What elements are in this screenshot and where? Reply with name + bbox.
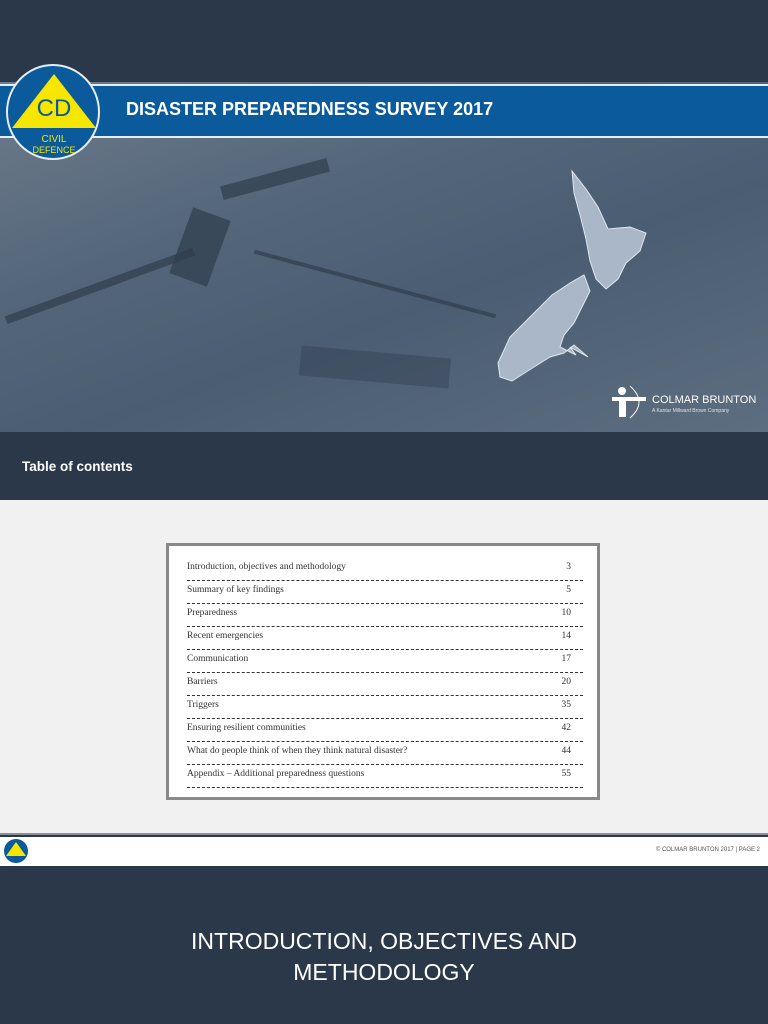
toc-item[interactable]: What do people think of when they think …	[187, 742, 583, 765]
toc-item-title: Preparedness	[187, 608, 238, 618]
logo-initials: CD	[37, 95, 72, 122]
section-heading: INTRODUCTION, OBJECTIVES AND METHODOLOGY	[191, 928, 577, 985]
toc-item[interactable]: Appendix – Additional preparedness quest…	[187, 765, 583, 788]
colmar-brunton-logo: COLMAR BRUNTON A Kantar Millward Brown C…	[610, 384, 756, 425]
brand-tagline: A Kantar Millward Brown Company	[652, 408, 730, 414]
toc-item[interactable]: Recent emergencies 14	[187, 627, 583, 650]
toc-item-page: 20	[561, 677, 572, 687]
toc-item-page: 10	[561, 608, 572, 618]
toc-item[interactable]: Summary of key findings 5	[187, 581, 583, 604]
toc-item-title: Introduction, objectives and methodology	[187, 562, 346, 572]
toc-item-page: 5	[566, 585, 571, 595]
toc-item[interactable]: Preparedness 10	[187, 604, 583, 627]
civil-defence-logo: CD CIVIL DEFENCE	[6, 64, 100, 160]
toc-item-page: 14	[561, 631, 572, 641]
toc-item[interactable]: Communication 17	[187, 650, 583, 673]
toc-item[interactable]: Ensuring resilient communities 42	[187, 719, 583, 742]
toc-item-title: Summary of key findings	[187, 585, 284, 595]
toc-item-page: 17	[561, 654, 572, 664]
brand-name: COLMAR BRUNTON	[652, 394, 757, 406]
toc-item-page: 42	[561, 723, 572, 733]
new-zealand-map	[497, 169, 647, 382]
copyright: © COLMAR BRUNTON 2017 | PAGE 2	[655, 847, 760, 853]
toc-heading: Table of contents	[22, 459, 133, 474]
toc-item[interactable]: Barriers 20	[187, 673, 583, 696]
toc-item-page: 44	[561, 746, 572, 756]
report-title: DISASTER PREPAREDNESS SURVEY 2017	[126, 99, 494, 119]
toc-item-title: Barriers	[187, 677, 218, 687]
toc-item-page: 35	[561, 700, 572, 710]
toc-heading-band: Table of contents	[0, 432, 768, 500]
toc-item-page: 55	[561, 769, 572, 779]
toc-item-title: Communication	[187, 654, 249, 664]
top-bar	[0, 0, 768, 82]
toc-item-title: Ensuring resilient communities	[187, 723, 306, 733]
section-slide: INTRODUCTION, OBJECTIVES AND METHODOLOGY	[0, 866, 768, 1024]
civil-defence-small-logo	[4, 839, 28, 863]
logo-defence: DEFENCE	[32, 145, 75, 155]
toc-item-title: Recent emergencies	[187, 631, 264, 641]
archer-icon	[612, 385, 646, 419]
logo-civil: CIVIL	[41, 134, 66, 145]
toc-item-title: What do people think of when they think …	[187, 746, 408, 756]
toc-item-title: Triggers	[187, 700, 219, 710]
toc-item-title: Appendix – Additional preparedness quest…	[187, 769, 365, 779]
footer: © COLMAR BRUNTON 2017 | PAGE 2	[0, 837, 768, 866]
toc-item[interactable]: Introduction, objectives and methodology…	[187, 558, 583, 581]
toc-item-page: 3	[566, 562, 571, 572]
toc-area: Introduction, objectives and methodology…	[0, 500, 768, 835]
toc-box: Introduction, objectives and methodology…	[166, 543, 600, 800]
toc-item[interactable]: Triggers 35	[187, 696, 583, 719]
